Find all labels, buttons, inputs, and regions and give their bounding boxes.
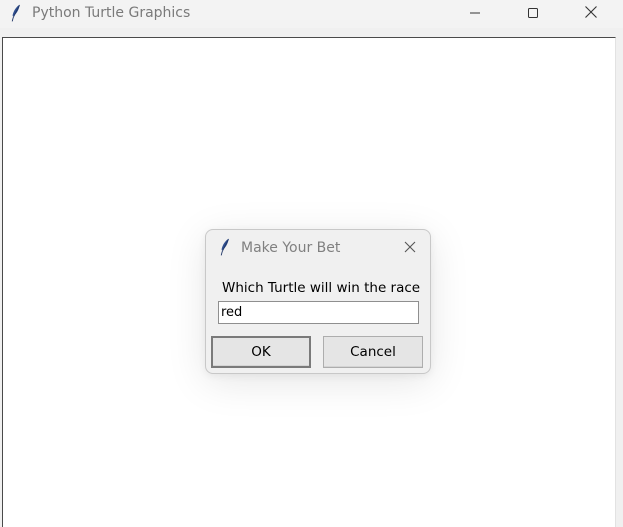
feather-icon [11, 4, 21, 22]
minimize-button[interactable] [446, 0, 504, 27]
close-button[interactable] [562, 0, 620, 27]
bet-input[interactable] [218, 301, 419, 324]
minimize-icon [469, 4, 481, 23]
window-border [616, 37, 623, 527]
dialog-prompt: Which Turtle will win the race [222, 280, 421, 296]
feather-icon [220, 238, 230, 256]
dialog-close-button[interactable] [402, 240, 418, 256]
bet-dialog: Make Your Bet Which Turtle will win the … [205, 229, 431, 374]
cancel-button[interactable]: Cancel [323, 336, 423, 368]
title-bar[interactable]: Python Turtle Graphics [0, 0, 623, 28]
maximize-button[interactable] [504, 0, 562, 27]
dialog-title: Make Your Bet [241, 240, 341, 256]
turtle-window: Python Turtle Graphics Make Your Bet Whi… [0, 0, 623, 527]
maximize-icon [527, 4, 539, 23]
close-icon [403, 239, 417, 258]
close-icon [584, 4, 598, 23]
ok-button[interactable]: OK [211, 336, 311, 368]
window-title: Python Turtle Graphics [32, 5, 191, 21]
